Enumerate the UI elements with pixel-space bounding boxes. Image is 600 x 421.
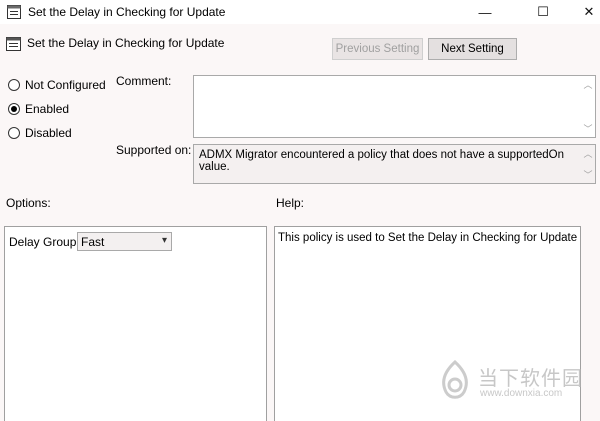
scroll-down-icon[interactable]: ﹀ (583, 168, 592, 181)
policy-app-icon (7, 5, 21, 19)
radio-enabled[interactable]: Enabled (8, 102, 69, 116)
radio-button[interactable] (8, 79, 20, 91)
radio-label: Not Configured (25, 78, 106, 92)
watermark-cn-text: 当下软件园 (478, 366, 583, 390)
scroll-up-icon[interactable]: ︿ (583, 147, 592, 160)
help-text: This policy is used to Set the Delay in … (278, 232, 578, 244)
radio-label: Disabled (25, 126, 72, 140)
watermark: 当下软件园 www.downxia.com (438, 360, 588, 410)
radio-button[interactable] (8, 127, 20, 139)
supported-on-field: ADMX Migrator encountered a policy that … (193, 144, 596, 184)
maximize-button[interactable]: ☐ (520, 0, 566, 24)
watermark-logo-icon (442, 360, 468, 399)
next-setting-button[interactable]: Next Setting (428, 38, 517, 60)
radio-not-configured[interactable]: Not Configured (8, 78, 106, 92)
scroll-up-icon[interactable]: ︿ (583, 78, 592, 91)
previous-setting-button[interactable]: Previous Setting (332, 38, 423, 60)
options-label: Options: (6, 196, 51, 210)
help-label: Help: (276, 196, 305, 210)
close-icon: ✕ (583, 4, 595, 19)
comment-textarea[interactable]: ︿ ﹀ (193, 75, 596, 138)
minimize-icon: — (478, 4, 492, 20)
chevron-down-icon: ▾ (161, 235, 167, 246)
setting-title: Set the Delay in Checking for Update (27, 36, 225, 50)
comment-scrollbar[interactable]: ︿ ﹀ (581, 76, 595, 137)
comment-label: Comment: (116, 74, 172, 88)
options-panel (4, 226, 267, 421)
supported-scrollbar[interactable]: ︿ ﹀ (581, 145, 595, 183)
watermark-url: www.downxia.com (480, 388, 563, 399)
scroll-down-icon[interactable]: ﹀ (583, 122, 592, 135)
window-title: Set the Delay in Checking for Update (28, 5, 226, 19)
radio-label: Enabled (25, 102, 70, 116)
supported-on-label: Supported on: (116, 143, 192, 157)
delay-group-select[interactable]: Fast ▾ (77, 232, 172, 251)
policy-setting-icon (6, 37, 21, 51)
title-bar: Set the Delay in Checking for Update — ☐… (0, 0, 600, 24)
delay-group-value: Fast (81, 234, 105, 249)
radio-button[interactable] (8, 103, 20, 115)
radio-disabled[interactable]: Disabled (8, 126, 72, 140)
close-button[interactable]: ✕ (566, 0, 600, 24)
delay-group-label: Delay Group (9, 235, 77, 249)
maximize-icon: ☐ (537, 4, 549, 19)
minimize-button[interactable]: — (462, 0, 508, 24)
supported-on-value: ADMX Migrator encountered a policy that … (199, 149, 565, 173)
